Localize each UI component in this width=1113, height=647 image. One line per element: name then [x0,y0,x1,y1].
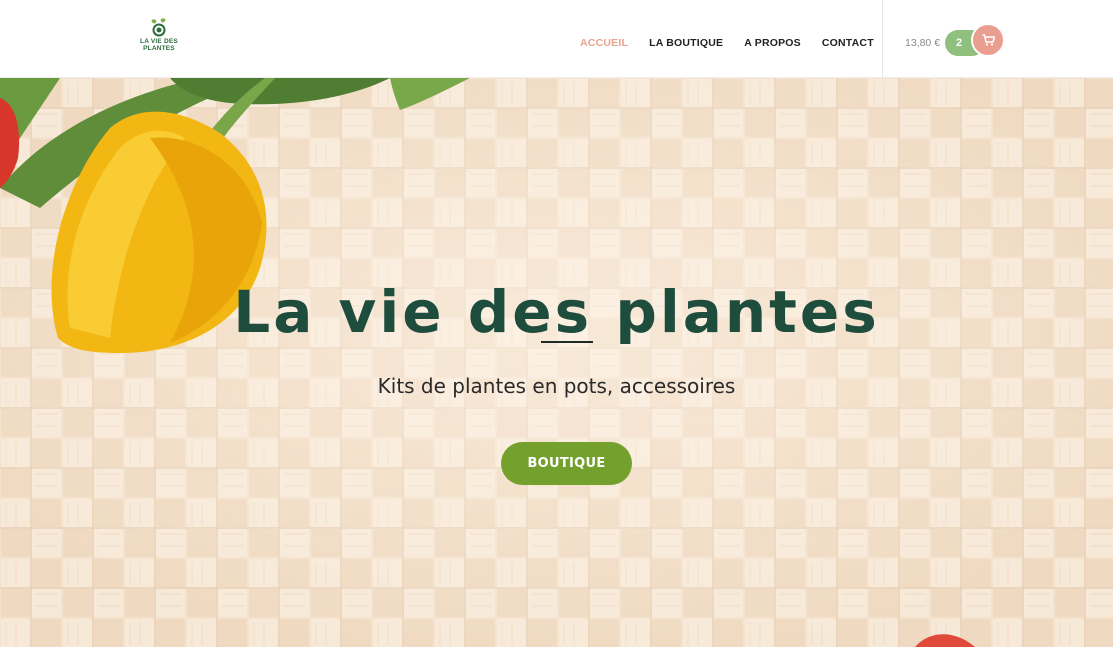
cart-total[interactable]: 13,80 € [905,37,940,49]
title-underline [541,341,593,343]
site-logo[interactable]: LA VIE DES PLANTES [136,16,182,62]
cart-button[interactable] [971,23,1005,57]
hero-section: La vie des plantes Kits de plantes en po… [0,78,1113,647]
hero-subtitle: Kits de plantes en pots, accessoires [377,374,736,398]
leaf-logo-icon [151,18,166,37]
nav-item-accueil[interactable]: ACCUEIL [580,37,628,49]
logo-text: LA VIE DES PLANTES [140,38,178,52]
hero-title: La vie des plantes [233,278,880,346]
main-nav: ACCUEIL LA BOUTIQUE A PROPOS CONTACT [580,37,874,49]
hero-background-image [0,78,1113,647]
boutique-button[interactable]: BOUTIQUE [501,442,632,485]
nav-item-a-propos[interactable]: A PROPOS [744,37,801,49]
site-header: LA VIE DES PLANTES ACCUEIL LA BOUTIQUE A… [0,0,1113,78]
nav-item-contact[interactable]: CONTACT [822,37,874,49]
header-divider [882,0,883,78]
cart-icon [982,34,995,46]
nav-item-la-boutique[interactable]: LA BOUTIQUE [649,37,723,49]
